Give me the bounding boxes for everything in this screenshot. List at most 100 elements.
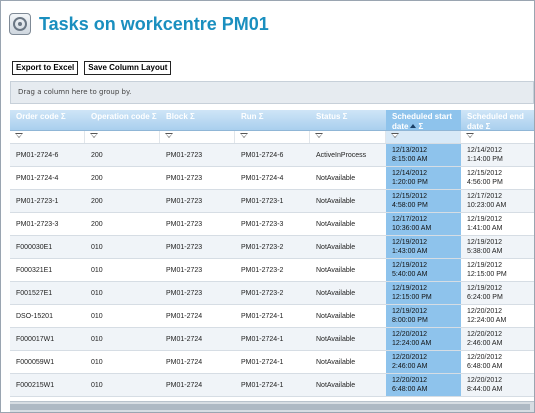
table-cell: PM01-2724-4 [241, 174, 284, 182]
column-header-label: Order code Σ [16, 112, 66, 121]
export-to-excel-button[interactable]: Export to Excel [12, 61, 79, 75]
table-cell: PM01-2724-1 [241, 335, 284, 343]
table-cell: 010 [91, 266, 103, 274]
filter-cell[interactable] [235, 131, 310, 143]
table-cell: 010 [91, 381, 103, 389]
column-header-label: Block Σ [166, 112, 195, 121]
table-cell: NotAvailable [316, 289, 356, 297]
table-row[interactable]: F000059W1 010 PM01-2724 PM01-2724-1 NotAvail… [10, 351, 534, 374]
filter-cell[interactable] [10, 131, 85, 143]
table-cell: PM01-2724 [166, 312, 203, 320]
column-header-label: Status Σ [316, 112, 348, 121]
table-row[interactable]: PM01-2723-3 200 PM01-2723 PM01-2723-3 NotAva… [10, 213, 534, 236]
table-row[interactable]: PM01-2724-4 200 PM01-2723 PM01-2724-4 NotAva… [10, 167, 534, 190]
table-cell: 200 [91, 174, 103, 182]
table-cell: PM01-2724-1 [241, 358, 284, 366]
table-row[interactable]: PM01-2723-1 200 PM01-2723 PM01-2723-1 NotAva… [10, 190, 534, 213]
table-cell: 010 [91, 312, 103, 320]
table-cell: 12/19/2012 5:40:00 AM [386, 259, 461, 281]
toolbar: Export to Excel Save Column Layout [12, 61, 172, 75]
table-row[interactable]: F001527E1 010 PM01-2723 PM01-2723-2 NotAvail… [10, 282, 534, 305]
grid-header-row: Order code Σ Operation code Σ Block Σ Run Σ… [10, 110, 534, 131]
filter-icon[interactable] [15, 133, 23, 140]
table-cell: 12/14/2012 1:14:00 PM [467, 147, 503, 163]
table-row[interactable]: PM01-2724-6 200 PM01-2723 PM01-2724-6 Active… [10, 144, 534, 167]
table-cell: F000215W1 [16, 381, 55, 389]
filter-cell[interactable] [160, 131, 235, 143]
table-cell: NotAvailable [316, 381, 356, 389]
table-row[interactable]: F000030E1 010 PM01-2723 PM01-2723-2 NotAvail… [10, 236, 534, 259]
table-cell: 12/19/2012 5:38:00 AM [467, 239, 503, 255]
table-cell: PM01-2723 [166, 266, 203, 274]
filter-cell[interactable] [310, 131, 386, 143]
table-cell: PM01-2724-6 [241, 151, 284, 159]
table-cell: 010 [91, 243, 103, 251]
table-cell: NotAvailable [316, 243, 356, 251]
table-cell: PM01-2723-2 [241, 243, 284, 251]
table-cell: F000017W1 [16, 335, 55, 343]
table-cell: F000059W1 [16, 358, 55, 366]
table-cell: 200 [91, 151, 103, 159]
table-cell: 12/14/2012 1:20:00 PM [386, 167, 461, 189]
table-cell: 12/20/2012 6:48:00 AM [386, 374, 461, 396]
filter-icon[interactable] [466, 133, 474, 140]
column-header-2[interactable]: Operation code Σ [85, 110, 160, 130]
column-header-7[interactable]: Scheduled end date Σ [461, 110, 534, 130]
table-cell: PM01-2724-1 [241, 381, 284, 389]
table-cell: NotAvailable [316, 220, 356, 228]
table-cell: 12/17/2012 10:36:00 AM [386, 213, 461, 235]
table-cell: NotAvailable [316, 358, 356, 366]
table-cell: PM01-2723-2 [241, 289, 284, 297]
column-header-5[interactable]: Status Σ [310, 110, 386, 130]
column-header-label: Run Σ [241, 112, 264, 121]
table-cell: PM01-2723-2 [241, 266, 284, 274]
table-cell: PM01-2723-1 [241, 197, 284, 205]
table-cell: PM01-2723 [166, 289, 203, 297]
table-cell: 010 [91, 335, 103, 343]
table-cell: DSO-15201 [16, 312, 53, 320]
table-row[interactable]: F000017W1 010 PM01-2724 PM01-2724-1 NotAvail… [10, 328, 534, 351]
table-cell: ActiveInProcess [316, 151, 367, 159]
table-cell: 12/19/2012 12:15:00 PM [467, 262, 507, 278]
save-column-layout-button[interactable]: Save Column Layout [84, 61, 172, 75]
column-header-4[interactable]: Run Σ [235, 110, 310, 130]
table-row[interactable]: DSO-15201 010 PM01-2724 PM01-2724-1 NotAvail… [10, 305, 534, 328]
grid-body: PM01-2724-6 200 PM01-2723 PM01-2724-6 Active… [10, 144, 534, 397]
table-row[interactable]: F000215W1 010 PM01-2724 PM01-2724-1 NotAvail… [10, 374, 534, 397]
table-cell: 12/20/2012 2:46:00 AM [467, 331, 503, 347]
table-cell: 12/20/2012 12:24:00 AM [467, 308, 507, 324]
filter-cell[interactable] [386, 131, 461, 143]
horizontal-scrollbar[interactable] [10, 401, 534, 412]
group-by-panel[interactable]: Drag a column here to group by. [10, 81, 534, 104]
table-cell: F000321E1 [16, 266, 53, 274]
table-cell: 12/13/2012 8:15:00 AM [386, 144, 461, 166]
filter-icon[interactable] [391, 133, 399, 140]
table-cell: 12/20/2012 8:44:00 AM [467, 377, 503, 393]
page-header: Tasks on workcentre PM01 [9, 11, 269, 37]
filter-icon[interactable] [90, 133, 98, 140]
column-header-label: Operation code Σ [91, 112, 157, 121]
filter-cell[interactable] [461, 131, 534, 143]
filter-icon[interactable] [315, 133, 323, 140]
table-cell: PM01-2724 [166, 335, 203, 343]
filter-cell[interactable] [85, 131, 160, 143]
table-cell: NotAvailable [316, 335, 356, 343]
table-cell: 200 [91, 197, 103, 205]
table-cell: NotAvailable [316, 174, 356, 182]
page-title: Tasks on workcentre PM01 [39, 13, 269, 34]
table-cell: PM01-2723 [166, 151, 203, 159]
sum-icon: Σ [418, 122, 424, 130]
table-cell: PM01-2723-1 [16, 197, 59, 205]
table-cell: PM01-2723-3 [241, 220, 284, 228]
table-cell: 010 [91, 358, 103, 366]
table-cell: PM01-2724 [166, 358, 203, 366]
filter-icon[interactable] [165, 133, 173, 140]
horizontal-scrollbar-thumb[interactable] [10, 404, 530, 410]
column-header-6[interactable]: Scheduled start date Σ [386, 110, 461, 130]
table-row[interactable]: F000321E1 010 PM01-2723 PM01-2723-2 NotAvail… [10, 259, 534, 282]
table-cell: PM01-2723 [166, 243, 203, 251]
filter-icon[interactable] [240, 133, 248, 140]
table-cell: 12/17/2012 10:23:00 AM [467, 193, 507, 209]
column-header-1[interactable]: Order code Σ [10, 110, 85, 130]
column-header-3[interactable]: Block Σ [160, 110, 235, 130]
